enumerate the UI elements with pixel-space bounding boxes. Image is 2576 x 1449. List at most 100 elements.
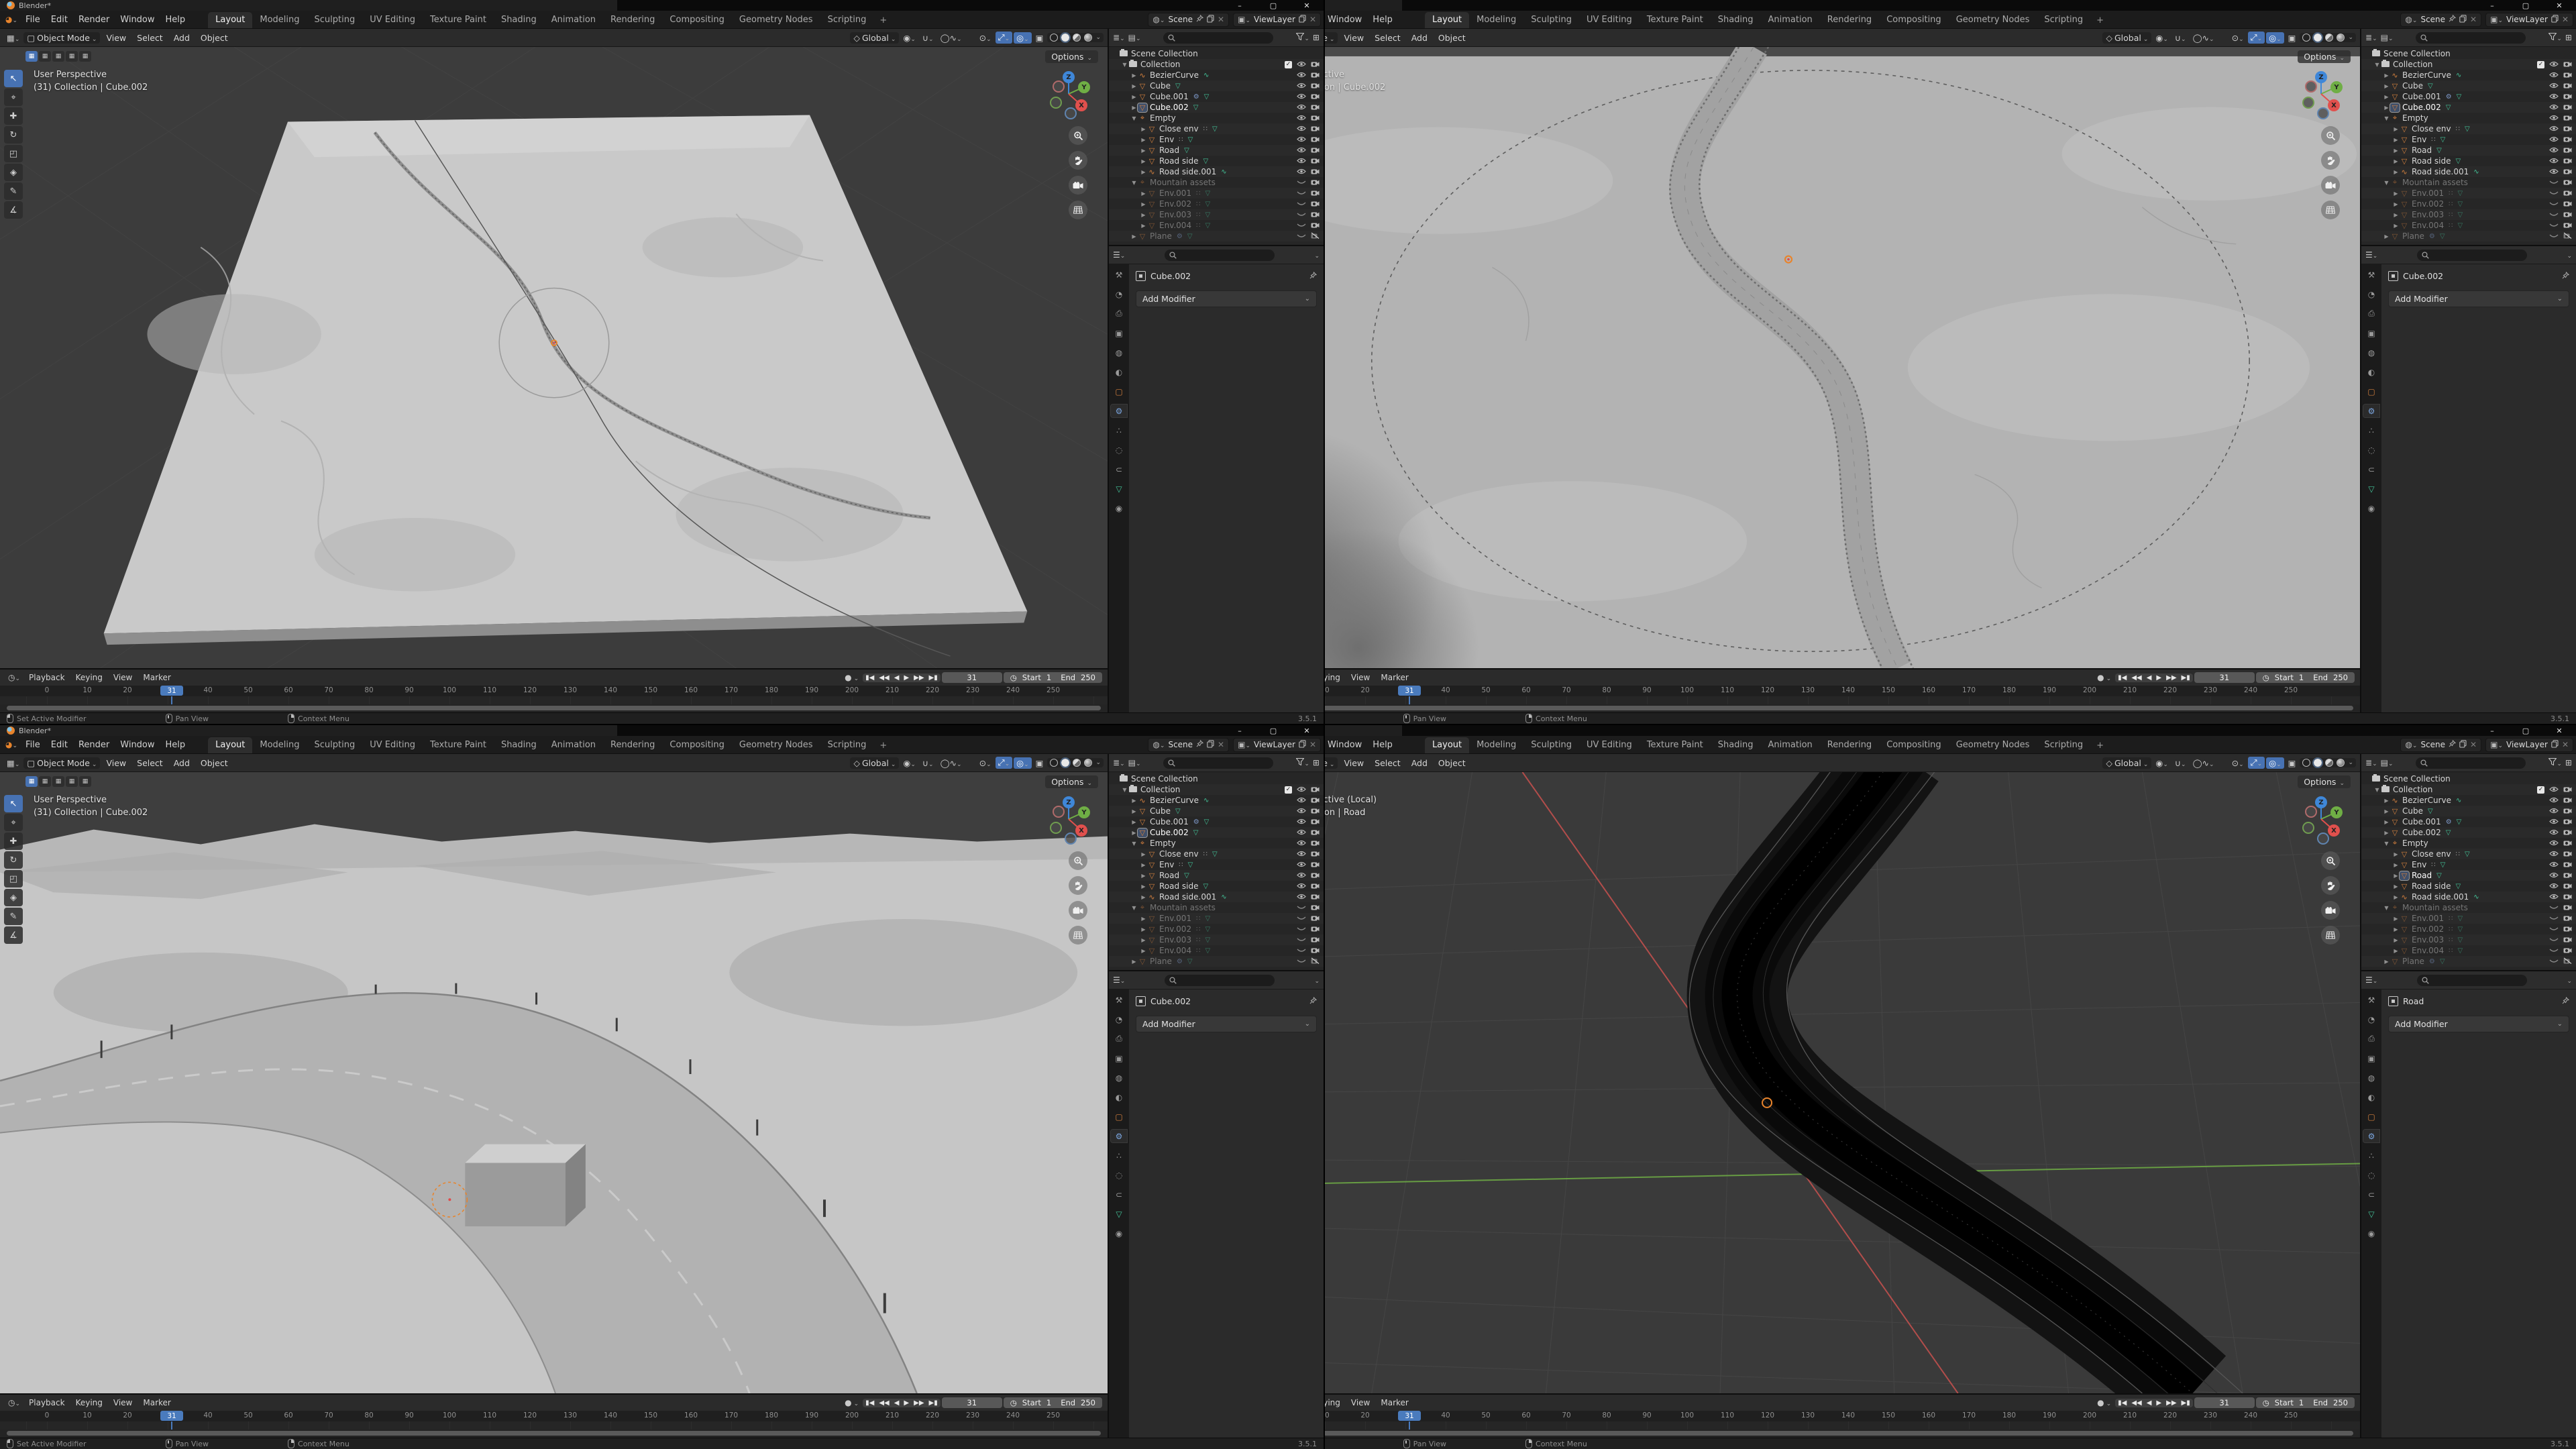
outliner-display-mode-button[interactable]: ▤⌄ xyxy=(2381,33,2394,42)
disable-in-renders-icon[interactable] xyxy=(1311,892,1320,902)
hidden-in-viewport-icon[interactable] xyxy=(2549,189,2559,198)
auto-keying-button[interactable]: ●⌄ xyxy=(2094,672,2114,683)
disable-in-renders-icon[interactable] xyxy=(2563,70,2572,80)
disable-in-renders-icon[interactable] xyxy=(2563,178,2572,187)
disclosure-icon[interactable]: ▶ xyxy=(1140,158,1147,164)
play-reverse-button[interactable]: ◀ xyxy=(894,1399,900,1407)
snap-magnet-button[interactable]: ∪⌄ xyxy=(920,757,936,769)
disable-in-renders-icon[interactable] xyxy=(1311,914,1320,923)
play-reverse-button[interactable]: ◀ xyxy=(894,674,900,682)
tab-shading[interactable]: Shading xyxy=(494,12,544,28)
outliner-row[interactable]: ▶▽Road▽ xyxy=(1109,870,1324,881)
menu-render[interactable]: Render xyxy=(73,15,115,25)
disclosure-icon[interactable]: ▶ xyxy=(2392,137,2400,143)
tab-shading[interactable]: Shading xyxy=(1711,737,1761,753)
disable-in-renders-icon[interactable] xyxy=(1311,828,1320,837)
disclosure-icon[interactable]: ▶ xyxy=(1140,212,1147,218)
shading-mode-group[interactable]: ⌄ xyxy=(1047,33,1104,42)
rendered-shading-icon[interactable] xyxy=(2337,759,2345,767)
hide-in-viewport-icon[interactable] xyxy=(1297,806,1306,816)
outliner-row[interactable]: ▶▽Cube.001⚙▽ xyxy=(2361,91,2576,102)
overlays-button[interactable]: ◎⌄ xyxy=(1014,32,1031,44)
outliner-row[interactable]: ▶∿BezierCurve∿ xyxy=(1109,795,1324,806)
tab-modeling[interactable]: Modeling xyxy=(252,12,307,28)
scene-selector[interactable]: ◍⌄Scene✕ xyxy=(1148,13,1229,27)
toggle-perspective-button[interactable] xyxy=(1069,926,1087,945)
disable-in-renders-icon[interactable] xyxy=(2563,871,2572,880)
proportional-edit-button[interactable]: ◯∿⌄ xyxy=(2190,757,2217,769)
menu-help[interactable]: Help xyxy=(160,15,191,25)
outliner-row[interactable]: ▼Collection✓ xyxy=(2361,784,2576,795)
gizmo-neg-x-axis[interactable] xyxy=(2305,80,2317,93)
outliner-row[interactable]: ▶▽Env.003∷▽ xyxy=(1109,209,1324,220)
disable-in-renders-icon[interactable] xyxy=(1311,135,1320,144)
disclosure-icon[interactable]: ▶ xyxy=(1140,873,1147,879)
menu-window[interactable]: Window xyxy=(1325,15,1367,25)
next-keyframe-button[interactable]: ▶▶ xyxy=(914,1399,924,1407)
disclosure-icon[interactable]: ▶ xyxy=(2392,169,2400,175)
disclosure-icon[interactable]: ▶ xyxy=(2392,191,2400,197)
viewlayer-browse-icon[interactable]: ▣⌄ xyxy=(2490,15,2503,24)
tab-modeling[interactable]: Modeling xyxy=(252,737,307,753)
auto-keying-button[interactable]: ●⌄ xyxy=(842,672,861,683)
gizmo-neg-y-axis[interactable] xyxy=(1050,822,1062,834)
disclosure-icon[interactable]: ▶ xyxy=(2392,126,2400,132)
timeline-menu-playback[interactable]: Playback xyxy=(24,673,70,682)
menu-window[interactable]: Window xyxy=(115,15,160,25)
outliner-row[interactable]: ▶▽Cube.002▽ xyxy=(1109,827,1324,838)
transform-tool[interactable]: ◈ xyxy=(4,889,23,906)
disclosure-icon[interactable]: ▶ xyxy=(1130,94,1138,100)
shading-dropdown-icon[interactable]: ⌄ xyxy=(2348,34,2353,41)
tab-animation[interactable]: Animation xyxy=(544,12,603,28)
hide-in-viewport-icon[interactable] xyxy=(2549,860,2559,869)
disclosure-icon[interactable]: ▶ xyxy=(2392,873,2400,879)
add-workspace-button[interactable]: + xyxy=(873,738,893,753)
outliner-row[interactable]: ▼⌖Empty xyxy=(1109,838,1324,849)
remove-viewlayer-icon[interactable]: ✕ xyxy=(2562,15,2569,24)
new-scene-icon[interactable] xyxy=(1207,740,1214,750)
disable-in-renders-icon[interactable] xyxy=(2563,881,2572,891)
viewlayer-name[interactable]: ViewLayer xyxy=(2506,740,2548,749)
outliner-row[interactable]: ▶▽Cube.002▽ xyxy=(2361,102,2576,113)
tab-uv-editing[interactable]: UV Editing xyxy=(362,737,423,753)
outliner-row[interactable]: ▶▽Close env∷▽ xyxy=(2361,123,2576,134)
axis-gizmo[interactable]: ZYX xyxy=(1044,70,1093,118)
disable-in-renders-icon[interactable] xyxy=(1311,178,1320,187)
start-value[interactable]: 1 xyxy=(2299,1398,2304,1407)
tab-scripting[interactable]: Scripting xyxy=(2037,12,2090,28)
hide-in-viewport-icon[interactable] xyxy=(1297,70,1306,80)
outliner-row[interactable]: ▼⌖Empty xyxy=(1109,113,1324,123)
gizmos-button[interactable]: ⤢⌄ xyxy=(996,32,1013,44)
disclosure-icon[interactable]: ▶ xyxy=(2392,201,2400,207)
tab-modeling[interactable]: Modeling xyxy=(1469,737,1523,753)
menu-help[interactable]: Help xyxy=(1367,740,1398,750)
gizmo-y-axis[interactable]: Y xyxy=(2330,81,2343,93)
hidden-in-viewport-icon[interactable] xyxy=(1297,210,1306,219)
gizmo-x-axis[interactable]: X xyxy=(1075,99,1087,111)
properties-tab-view-layer[interactable]: ▣ xyxy=(2363,327,2379,339)
disable-in-renders-icon[interactable] xyxy=(2563,806,2572,816)
new-viewlayer-icon[interactable] xyxy=(1299,15,1306,25)
outliner-row[interactable]: ▼⌖Mountain assets xyxy=(2361,902,2576,913)
auto-keying-button[interactable]: ●⌄ xyxy=(2094,1397,2114,1408)
show-object-types-button[interactable]: ⊙⌄ xyxy=(977,32,994,44)
viewlayer-name[interactable]: ViewLayer xyxy=(1254,740,1295,749)
disable-in-renders-icon[interactable] xyxy=(2563,81,2572,91)
outliner-display-mode-button[interactable]: ▤⌄ xyxy=(2381,758,2394,767)
outliner-row[interactable]: ▶▽Road▽ xyxy=(1109,145,1324,156)
disable-in-renders-icon[interactable] xyxy=(2563,924,2572,934)
editor-type-button[interactable]: ▦⌄ xyxy=(4,757,22,769)
timeline-ruler[interactable]: 0102030405060708090100110120130140150160… xyxy=(0,1411,1108,1421)
hide-in-viewport-icon[interactable] xyxy=(2549,113,2559,123)
close-button[interactable]: ✕ xyxy=(2542,727,2576,735)
hide-in-viewport-icon[interactable] xyxy=(2549,135,2559,144)
auto-keying-button[interactable]: ●⌄ xyxy=(842,1397,861,1408)
pin-id-icon[interactable] xyxy=(2562,997,2569,1006)
minimize-button[interactable]: – xyxy=(1223,727,1256,735)
camera-view-button[interactable] xyxy=(1069,901,1087,920)
tab-layout[interactable]: Layout xyxy=(1425,737,1469,753)
properties-tab-physics[interactable]: ◌ xyxy=(1111,443,1127,456)
hide-in-viewport-icon[interactable] xyxy=(2549,60,2559,69)
timeline-menu-view[interactable]: View xyxy=(1346,673,1375,682)
next-keyframe-button[interactable]: ▶▶ xyxy=(2166,1399,2176,1407)
